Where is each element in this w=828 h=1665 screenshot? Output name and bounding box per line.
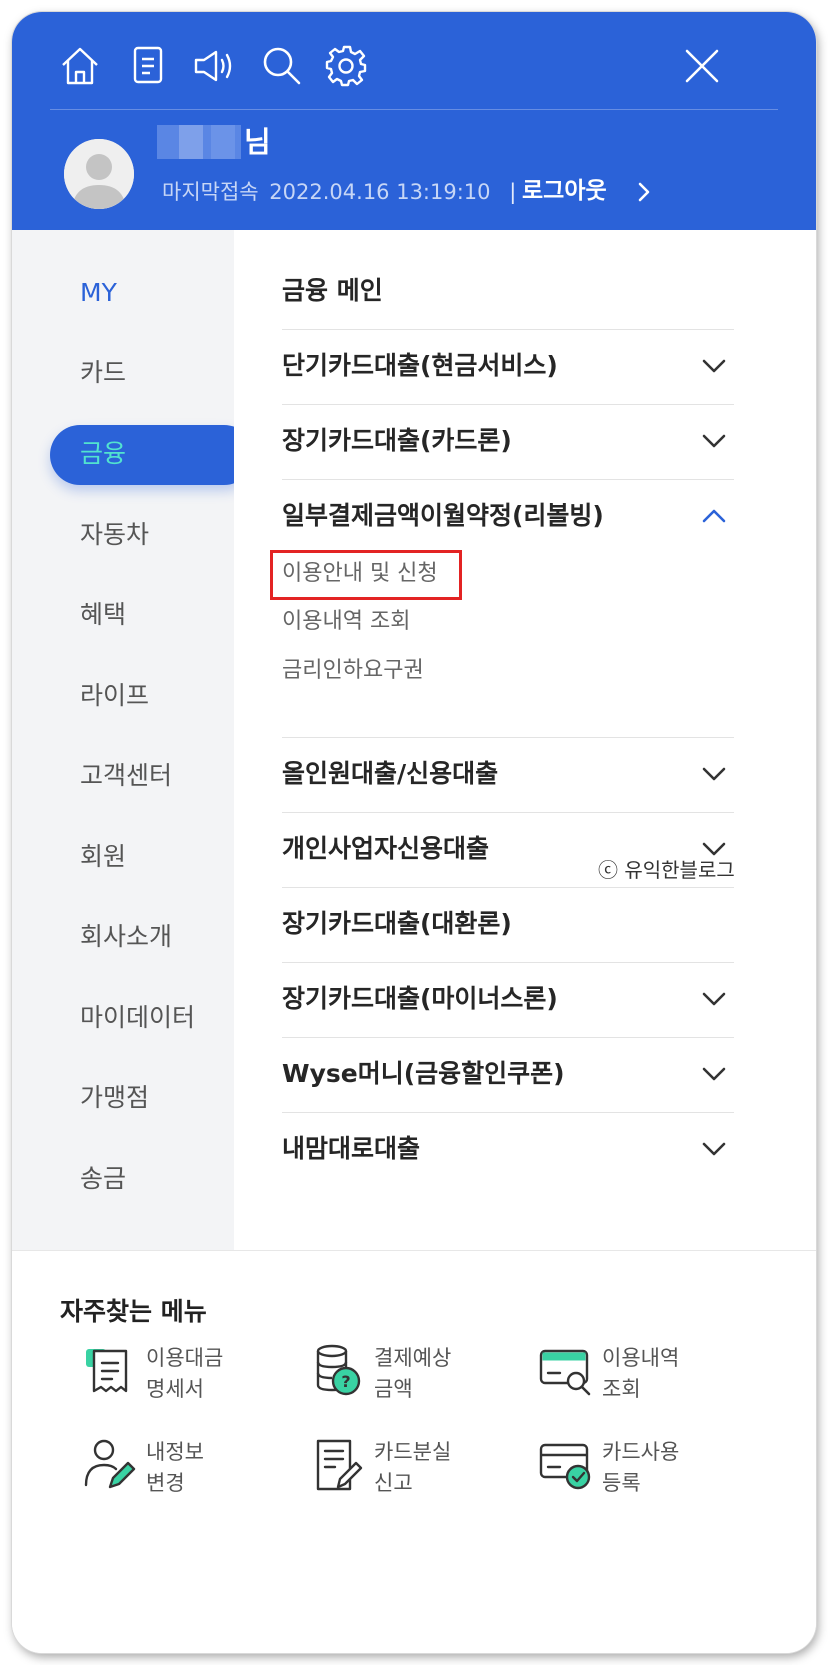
frequent-item-label: 명세서 — [146, 1377, 204, 1401]
frequent-item-label: 금액 — [374, 1377, 413, 1401]
chevron-down-icon[interactable] — [701, 432, 727, 450]
last-login: 마지막접속 2022.04.16 13:19:10 | — [162, 178, 528, 206]
menu-revolving[interactable]: 일부결제금액이월약정(리볼빙) — [282, 498, 604, 534]
card-check-icon[interactable] — [536, 1435, 596, 1495]
divider — [282, 1112, 734, 1113]
menu-minus-loan[interactable]: 장기카드대출(마이너스론) — [282, 981, 558, 1017]
speaker-icon[interactable] — [192, 42, 240, 90]
nav-item-mydata[interactable]: 마이데이터 — [80, 1000, 195, 1036]
menu-custom-loan[interactable]: 내맘대로대출 — [282, 1131, 420, 1167]
chevron-right-icon — [638, 182, 650, 202]
frequent-item-label: 등록 — [602, 1471, 641, 1495]
frequent-item-label: 신고 — [374, 1471, 413, 1495]
divider — [282, 812, 734, 813]
category-nav: MY 카드 금융 자동차 혜택 라이프 고객센터 회원 회사소개 마이데이터 가… — [12, 230, 254, 1270]
nav-item-card[interactable]: 카드 — [80, 355, 126, 391]
home-icon[interactable] — [56, 42, 104, 90]
divider — [282, 479, 734, 480]
nav-item-benefit[interactable]: 혜택 — [80, 597, 126, 633]
divider — [282, 329, 734, 330]
frequent-item-label: 조회 — [602, 1377, 641, 1401]
chevron-down-icon[interactable] — [701, 1140, 727, 1158]
user-name-masked — [157, 125, 241, 159]
divider — [282, 962, 734, 963]
nav-item-merchant[interactable]: 가맹점 — [80, 1080, 149, 1116]
frequent-item-statement[interactable]: 이용대금 명세서 — [146, 1343, 223, 1405]
submenu-usage-history[interactable]: 이용내역 조회 — [282, 605, 410, 639]
frequent-item-label: 내정보 — [146, 1440, 204, 1464]
gear-icon[interactable] — [322, 42, 370, 90]
coins-question-icon[interactable]: ? — [308, 1341, 368, 1401]
frequent-item-label: 카드사용 — [602, 1440, 680, 1464]
svg-text:?: ? — [341, 1372, 350, 1391]
frequent-menu: 자주찾는 메뉴 이용대금 명세서 ? 결제예상 금액 이용내역 조회 내정보 변… — [12, 1250, 816, 1653]
user-name-suffix: 님 — [244, 125, 271, 159]
nav-item-member[interactable]: 회원 — [80, 839, 126, 875]
document-icon[interactable] — [124, 42, 172, 90]
chevron-down-icon[interactable] — [701, 765, 727, 783]
divider — [282, 1037, 734, 1038]
frequent-item-label: 카드분실 — [374, 1440, 452, 1464]
chevron-up-icon[interactable] — [701, 507, 727, 525]
frequent-item-label: 변경 — [146, 1471, 185, 1495]
menu-business-loan[interactable]: 개인사업자신용대출 — [282, 831, 489, 867]
nav-item-life[interactable]: 라이프 — [80, 678, 149, 714]
highlight-box — [270, 550, 462, 600]
frequent-item-register-card[interactable]: 카드사용 등록 — [602, 1437, 679, 1499]
nav-item-customer-center[interactable]: 고객센터 — [80, 758, 172, 794]
chevron-down-icon[interactable] — [701, 1065, 727, 1083]
chevron-down-icon[interactable] — [701, 357, 727, 375]
frequent-item-expected-payment[interactable]: 결제예상 금액 — [374, 1343, 451, 1405]
frequent-menu-title: 자주찾는 메뉴 — [60, 1297, 207, 1326]
frequent-item-label: 이용대금 — [146, 1346, 224, 1370]
submenu-rate-cut-request[interactable]: 금리인하요구권 — [282, 654, 424, 688]
finance-submenu: 금융 메인 단기카드대출(현금서비스) 장기카드대출(카드론) 일부결제금액이월… — [234, 230, 816, 1270]
avatar — [64, 139, 134, 209]
chevron-down-icon[interactable] — [701, 990, 727, 1008]
frequent-item-label: 이용내역 — [602, 1346, 680, 1370]
frequent-item-report-lost[interactable]: 카드분실 신고 — [374, 1437, 451, 1499]
divider — [282, 887, 734, 888]
last-login-label: 마지막접속 — [162, 180, 259, 204]
document-edit-icon[interactable] — [308, 1435, 368, 1495]
frequent-item-edit-profile[interactable]: 내정보 변경 — [146, 1437, 204, 1499]
divider — [282, 737, 734, 738]
user-edit-icon[interactable] — [80, 1435, 140, 1495]
menu-card-loan[interactable]: 장기카드대출(카드론) — [282, 423, 512, 459]
header-divider — [50, 109, 778, 110]
menu-refinance-loan[interactable]: 장기카드대출(대환론) — [282, 906, 512, 942]
nav-item-car[interactable]: 자동차 — [80, 517, 149, 553]
divider — [282, 404, 734, 405]
search-icon[interactable] — [258, 42, 306, 90]
menu-short-term-loan[interactable]: 단기카드대출(현금서비스) — [282, 348, 558, 384]
menu-wyse-money[interactable]: Wyse머니(금융할인쿠폰) — [282, 1056, 565, 1092]
logout-button[interactable]: 로그아웃 — [522, 176, 607, 206]
finance-main-link[interactable]: 금융 메인 — [282, 273, 383, 309]
nav-item-finance[interactable]: 금융 — [80, 436, 126, 472]
receipt-icon[interactable] — [80, 1341, 140, 1401]
close-icon[interactable] — [678, 42, 726, 90]
header: 님 마지막접속 2022.04.16 13:19:10 | 로그아웃 — [12, 12, 816, 230]
menu-panel: 님 마지막접속 2022.04.16 13:19:10 | 로그아웃 MY 카드… — [12, 12, 816, 1653]
menu-allinone-loan[interactable]: 올인원대출/신용대출 — [282, 756, 498, 792]
login-separator: | — [509, 180, 517, 204]
nav-item-transfer[interactable]: 송금 — [80, 1161, 126, 1197]
card-search-icon[interactable] — [536, 1341, 596, 1401]
frequent-item-label: 결제예상 — [374, 1346, 452, 1370]
watermark: ⓒ 유익한블로그 — [598, 858, 735, 882]
nav-item-company[interactable]: 회사소개 — [80, 919, 172, 955]
frequent-item-usage-lookup[interactable]: 이용내역 조회 — [602, 1343, 679, 1405]
last-login-time: 2022.04.16 13:19:10 — [269, 180, 491, 204]
nav-item-my[interactable]: MY — [80, 275, 117, 311]
